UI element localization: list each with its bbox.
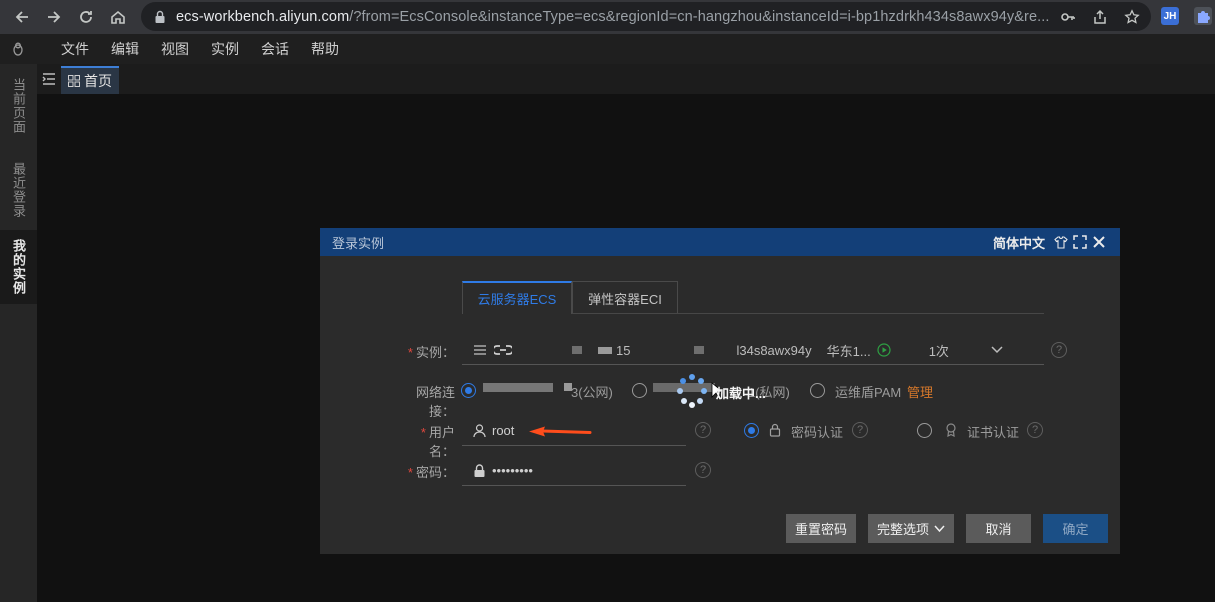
menu-file[interactable]: 文件 — [58, 39, 92, 59]
menu-help[interactable]: 帮助 — [308, 39, 342, 59]
help-icon[interactable]: ? — [852, 422, 868, 438]
chevron-down-icon[interactable] — [991, 346, 1003, 354]
menu-view[interactable]: 视图 — [158, 39, 192, 59]
user-icon — [473, 424, 486, 437]
confirm-button[interactable]: 确定 — [1043, 514, 1108, 543]
back-icon[interactable] — [7, 2, 37, 32]
help-icon[interactable]: ? — [695, 462, 711, 478]
network-private-radio[interactable] — [632, 383, 647, 398]
close-icon[interactable] — [1092, 235, 1106, 249]
left-rail: 当前页面 最近登录 我的实例 — [0, 64, 37, 602]
lock-icon — [769, 423, 781, 437]
loading-spinner-icon — [677, 374, 707, 408]
auth-password-radio[interactable] — [744, 423, 759, 438]
bookmark-star-icon[interactable] — [1121, 6, 1143, 28]
reload-icon[interactable] — [71, 2, 101, 32]
dialog-title: 登录实例 — [332, 235, 385, 251]
certificate-icon — [946, 423, 956, 437]
extensions-puzzle-icon[interactable] — [1194, 7, 1212, 25]
cancel-button[interactable]: 取消 — [966, 514, 1031, 543]
rail-tab-my-instances[interactable]: 我的实例 — [0, 230, 37, 304]
rail-tab-recent-login[interactable]: 最近登录 — [0, 152, 37, 228]
instance-label: * 实例： — [407, 345, 455, 360]
tab-divider — [572, 313, 1044, 314]
network-bastion-radio[interactable] — [810, 383, 825, 398]
address-bar[interactable]: ecs-workbench.aliyun.com/?from=EcsConsol… — [141, 2, 1151, 31]
loading-text: 加载中... — [716, 386, 766, 401]
auth-cert-label: 证书认证 — [967, 425, 1020, 440]
login-count: 1次 — [928, 343, 949, 359]
full-options-button[interactable]: 完整选项 — [868, 514, 954, 543]
share-icon[interactable] — [1089, 6, 1111, 28]
annotation-arrow-icon — [529, 426, 592, 437]
password-value: ••••••••• — [492, 463, 533, 478]
redacted-block — [572, 346, 582, 354]
skin-icon[interactable] — [1054, 235, 1068, 249]
menu-collapse-icon[interactable] — [40, 70, 58, 88]
network-public-radio[interactable] — [461, 383, 476, 398]
password-label: * 密码： — [407, 465, 455, 480]
extension-jh-icon[interactable]: JH — [1161, 7, 1179, 25]
penguin-logo-icon — [0, 34, 36, 64]
forward-icon[interactable] — [39, 2, 69, 32]
username-label: * 用户名： — [420, 425, 455, 459]
link-icon — [494, 345, 512, 355]
dialog-header[interactable]: 登录实例 简体中文 — [320, 228, 1120, 256]
language-switch[interactable]: 简体中文 — [993, 233, 1045, 252]
app-menu-bar: 文件 编辑 视图 实例 会话 帮助 — [0, 34, 1215, 64]
tab-strip: 首页 — [37, 64, 1215, 94]
network-public-label: 3(公网) — [571, 385, 613, 400]
username-value: root — [492, 423, 515, 438]
instance-region: 华东1... — [826, 343, 871, 359]
fullscreen-icon[interactable] — [1073, 235, 1087, 249]
home-icon[interactable] — [103, 2, 133, 32]
browser-toolbar: ecs-workbench.aliyun.com/?from=EcsConsol… — [0, 0, 1215, 34]
redacted-block — [483, 383, 553, 392]
rail-tab-current-page[interactable]: 当前页面 — [0, 68, 37, 144]
server-icon — [474, 344, 486, 355]
instance-fragment: 15 — [616, 342, 631, 358]
reset-password-button[interactable]: 重置密码 — [786, 514, 856, 543]
auth-password-label: 密码认证 — [791, 425, 844, 440]
network-bastion-label: 运维盾PAM — [835, 385, 902, 400]
url-text: ecs-workbench.aliyun.com/?from=EcsConsol… — [176, 8, 1050, 25]
lock-icon — [155, 10, 165, 23]
redacted-block — [598, 346, 612, 354]
tab-home-label: 首页 — [84, 73, 112, 89]
instance-id: l34s8awx94y — [736, 342, 812, 358]
tab-ecs[interactable]: 云服务器ECS — [462, 281, 572, 314]
menu-edit[interactable]: 编辑 — [108, 39, 142, 59]
lock-icon — [474, 464, 485, 477]
tab-eci[interactable]: 弹性容器ECI — [572, 281, 678, 314]
running-status-icon — [877, 343, 891, 357]
menu-instance[interactable]: 实例 — [208, 39, 242, 59]
password-field[interactable]: ••••••••• — [462, 456, 686, 486]
tab-home[interactable]: 首页 — [61, 66, 119, 94]
redacted-block — [694, 346, 705, 354]
grid-icon — [68, 75, 80, 87]
chevron-down-icon — [934, 524, 945, 532]
help-icon[interactable]: ? — [1027, 422, 1043, 438]
help-icon[interactable]: ? — [695, 422, 711, 438]
menu-session[interactable]: 会话 — [258, 39, 292, 59]
instance-select[interactable]: 15 l34s8awx94y 华东1... 1次 — [462, 336, 1044, 365]
auth-cert-radio[interactable] — [917, 423, 932, 438]
manage-link[interactable]: 管理 — [907, 382, 933, 401]
network-label: 网络连接： — [415, 385, 455, 419]
key-icon[interactable] — [1057, 6, 1079, 28]
help-icon[interactable]: ? — [1051, 342, 1067, 358]
